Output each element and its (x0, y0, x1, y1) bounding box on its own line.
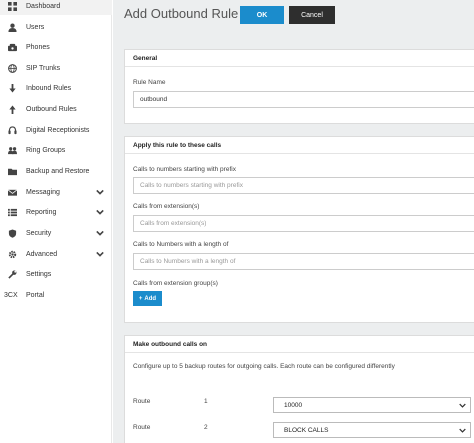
route-number: 1 (204, 398, 208, 405)
envelope-icon (8, 188, 17, 197)
sidebar-item-outbound-rules[interactable]: Outbound Rules (0, 100, 112, 118)
headset-icon (8, 125, 17, 135)
length-input[interactable] (133, 253, 474, 270)
rule-name-label: Rule Name (133, 79, 166, 86)
plus-icon: + (138, 295, 143, 302)
sidebar-item-settings[interactable]: Settings (0, 265, 112, 283)
arrow-up-icon (8, 104, 17, 114)
sidebar-item-label: Digital Receptionists (26, 126, 90, 134)
sidebar-item-label: Advanced (26, 250, 58, 258)
route-1-select[interactable]: 10000 (273, 397, 471, 413)
extension-label: Calls from extension(s) (133, 203, 200, 210)
extension-group-label: Calls from extension group(s) (133, 280, 218, 287)
card-header: Apply this rule to these calls (125, 137, 474, 154)
sidebar-item-inbound-rules[interactable]: Inbound Rules (0, 79, 112, 97)
sidebar-item-label: Settings (26, 270, 52, 278)
sidebar-item-label: Dashboard (26, 2, 61, 10)
sidebar-item-dashboard[interactable]: Dashboard (0, 0, 112, 15)
sidebar-item-label: SIP Trunks (26, 64, 61, 72)
sidebar-item-advanced[interactable]: Advanced (0, 245, 112, 263)
shield-icon (8, 228, 17, 238)
sidebar-item-backup-and-restore[interactable]: Backup and Restore (0, 162, 112, 180)
phone-icon (8, 43, 17, 52)
sidebar-item-messaging[interactable]: Messaging (0, 183, 112, 201)
sidebar-item-reporting[interactable]: Reporting (0, 203, 112, 221)
add-extension-group-button[interactable]: + Add (133, 291, 162, 306)
sidebar-item-users[interactable]: Users (0, 18, 112, 36)
apply-rule-card: Apply this rule to these calls Calls to … (124, 136, 474, 323)
prefix-input[interactable] (133, 177, 474, 194)
routes-description: Configure up to 5 backup routes for outg… (133, 363, 395, 370)
cancel-button[interactable]: Cancel (289, 6, 335, 24)
route-selected-value: 10000 (284, 401, 303, 409)
sidebar-item-label: Security (26, 229, 52, 237)
sidebar-item-ring-groups[interactable]: Ring Groups (0, 141, 112, 159)
main-content: Add Outbound Rule OK Cancel General Rule… (113, 0, 474, 443)
card-header: Make outbound calls on (125, 336, 474, 353)
extension-input[interactable] (133, 215, 474, 232)
sidebar-item-label: Messaging (26, 188, 60, 196)
sidebar-item-label: Phones (26, 43, 50, 51)
prefix-label: Calls to numbers starting with prefix (133, 166, 236, 173)
wrench-icon (8, 270, 17, 279)
general-card: General Rule Name (124, 49, 474, 124)
sidebar-item-label: Reporting (26, 208, 57, 216)
list-icon (8, 208, 17, 217)
arrow-down-icon (8, 83, 17, 93)
sidebar-item-label: Backup and Restore (26, 167, 90, 175)
ok-button[interactable]: OK (240, 6, 284, 24)
globe-icon (8, 63, 17, 73)
chevron-down-icon[interactable] (96, 250, 104, 258)
sidebar-item-security[interactable]: Security (0, 224, 112, 242)
card-header: General (125, 50, 474, 67)
sidebar-item-portal[interactable]: 3CX Portal (0, 286, 112, 304)
route-2-select[interactable]: BLOCK CALLS (273, 422, 471, 438)
route-selected-value: BLOCK CALLS (284, 426, 329, 434)
chevron-down-icon (459, 402, 466, 409)
chevron-down-icon[interactable] (96, 229, 104, 237)
sidebar-item-digital-receptionists[interactable]: Digital Receptionists (0, 121, 112, 139)
route-label: Route (133, 398, 151, 405)
page-title: Add Outbound Rule (124, 6, 239, 21)
chevron-down-icon (459, 427, 466, 434)
chevron-down-icon[interactable] (96, 208, 104, 216)
outbound-card: Make outbound calls on Configure up to 5… (124, 335, 474, 443)
3cx-logo: 3CX (4, 291, 18, 299)
sidebar-item-label: Portal (26, 291, 45, 299)
sidebar-item-label: Inbound Rules (26, 84, 72, 92)
user-icon (8, 23, 17, 32)
route-number: 2 (204, 424, 208, 431)
sidebar-item-label: Outbound Rules (26, 105, 77, 113)
rule-name-input[interactable] (133, 91, 474, 108)
add-label: Add (144, 295, 157, 302)
sidebar-item-phones[interactable]: Phones (0, 38, 112, 56)
dashboard-icon (8, 1, 17, 11)
sidebar-item-label: Ring Groups (26, 146, 66, 154)
route-label: Route (133, 424, 151, 431)
group-icon (8, 146, 17, 155)
sidebar: Dashboard Users Phones SIP Trunks Inboun… (0, 0, 112, 443)
length-label: Calls to Numbers with a length of (133, 241, 229, 248)
folder-icon (8, 167, 17, 176)
gear-icon (8, 250, 17, 259)
sidebar-item-sip-trunks[interactable]: SIP Trunks (0, 59, 112, 77)
sidebar-item-label: Users (26, 23, 45, 31)
chevron-down-icon[interactable] (96, 188, 104, 196)
